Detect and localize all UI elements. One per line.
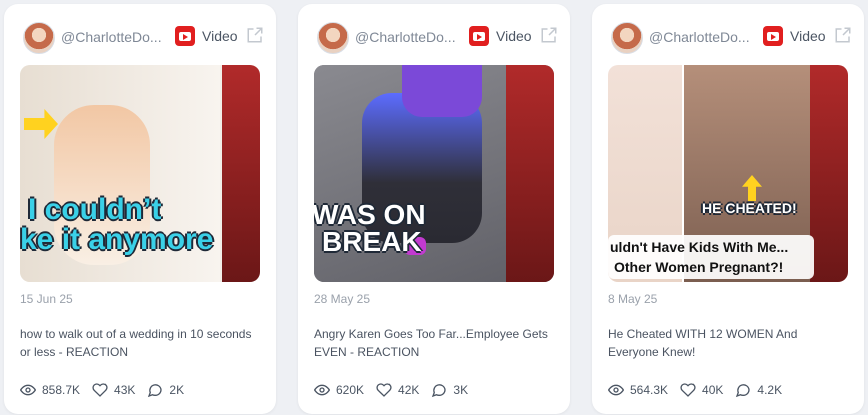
thumbnail-caption-line-2: BREAK bbox=[322, 226, 422, 257]
video-title[interactable]: how to walk out of a wedding in 10 secon… bbox=[20, 325, 258, 361]
eye-icon bbox=[314, 384, 330, 396]
likes-count: 43K bbox=[114, 383, 136, 397]
avatar[interactable] bbox=[317, 22, 349, 54]
video-thumbnail[interactable]: HE CHEATED! uldn't Have Kids With Me... … bbox=[608, 65, 848, 282]
youtube-icon bbox=[175, 26, 195, 46]
heart-icon bbox=[376, 383, 392, 397]
card-header: @CharlotteDo... Video bbox=[317, 22, 570, 56]
likes-stat: 42K bbox=[376, 382, 419, 398]
video-title[interactable]: He Cheated WITH 12 WOMEN And Everyone Kn… bbox=[608, 325, 846, 361]
avatar[interactable] bbox=[611, 22, 643, 54]
eye-icon bbox=[608, 384, 624, 396]
thumbnail-caption-line-1: WAS ON bbox=[314, 199, 426, 230]
stats-row: 620K 42K 3K bbox=[314, 380, 468, 400]
external-link-icon[interactable] bbox=[246, 26, 264, 44]
video-thumbnail[interactable]: WAS ON BREAK bbox=[314, 65, 554, 282]
eye-icon bbox=[20, 384, 36, 396]
comments-stat: 2K bbox=[147, 382, 184, 398]
views-stat: 620K bbox=[314, 382, 364, 398]
post-date: 15 Jun 25 bbox=[20, 292, 73, 306]
youtube-icon bbox=[763, 26, 783, 46]
video-thumbnail[interactable]: I couldn’t ke it anymore bbox=[20, 65, 260, 282]
comment-icon bbox=[148, 384, 163, 398]
thumbnail-caption-line-2: ke it anymore bbox=[20, 223, 214, 256]
platform-label: Video bbox=[496, 28, 532, 44]
creator-handle[interactable]: @CharlotteDo... bbox=[61, 29, 179, 45]
video-title[interactable]: Angry Karen Goes Too Far...Employee Gets… bbox=[314, 325, 552, 361]
post-date: 28 May 25 bbox=[314, 292, 371, 306]
comments-count: 2K bbox=[169, 383, 185, 397]
external-link-icon[interactable] bbox=[540, 26, 558, 44]
thumbnail-caption-line-2: Other Women Pregnant?! bbox=[614, 259, 784, 275]
heart-icon bbox=[680, 383, 696, 397]
comments-count: 4.2K bbox=[757, 383, 783, 397]
card-header: @CharlotteDo... Video bbox=[23, 22, 276, 56]
stats-row: 564.3K 40K 4.2K bbox=[608, 380, 782, 400]
comments-stat: 3K bbox=[431, 382, 468, 398]
video-card[interactable]: @CharlotteDo... Video HE CHEATED! uldn't… bbox=[592, 4, 864, 414]
thumbnail-badge: HE CHEATED! bbox=[702, 200, 797, 216]
video-card[interactable]: @CharlotteDo... Video WAS ON BREAK 28 Ma… bbox=[298, 4, 570, 414]
post-date: 8 May 25 bbox=[608, 292, 658, 306]
likes-count: 42K bbox=[398, 383, 420, 397]
card-header: @CharlotteDo... Video bbox=[611, 22, 864, 56]
comment-icon bbox=[432, 384, 447, 398]
thumbnail-right-person bbox=[810, 65, 848, 282]
views-count: 858.7K bbox=[42, 383, 81, 397]
likes-stat: 43K bbox=[92, 382, 135, 398]
views-stat: 858.7K bbox=[20, 382, 80, 398]
comment-icon bbox=[736, 384, 751, 398]
comments-count: 3K bbox=[453, 383, 469, 397]
heart-icon bbox=[92, 383, 108, 397]
thumbnail-caption-line-1: I couldn’t bbox=[28, 193, 162, 226]
platform-label: Video bbox=[202, 28, 238, 44]
platform-label: Video bbox=[790, 28, 826, 44]
views-stat: 564.3K bbox=[608, 382, 668, 398]
likes-count: 40K bbox=[702, 383, 724, 397]
creator-handle[interactable]: @CharlotteDo... bbox=[649, 29, 767, 45]
youtube-icon bbox=[469, 26, 489, 46]
thumbnail-caption-line-1: uldn't Have Kids With Me... bbox=[610, 239, 789, 255]
avatar[interactable] bbox=[23, 22, 55, 54]
thumbnail-hands bbox=[402, 65, 482, 117]
views-count: 564.3K bbox=[630, 383, 669, 397]
likes-stat: 40K bbox=[680, 382, 723, 398]
stats-row: 858.7K 43K 2K bbox=[20, 380, 184, 400]
video-card[interactable]: @CharlotteDo... Video I couldn’t ke it a… bbox=[4, 4, 276, 414]
views-count: 620K bbox=[336, 383, 365, 397]
comments-stat: 4.2K bbox=[735, 382, 782, 398]
external-link-icon[interactable] bbox=[834, 26, 852, 44]
creator-handle[interactable]: @CharlotteDo... bbox=[355, 29, 473, 45]
